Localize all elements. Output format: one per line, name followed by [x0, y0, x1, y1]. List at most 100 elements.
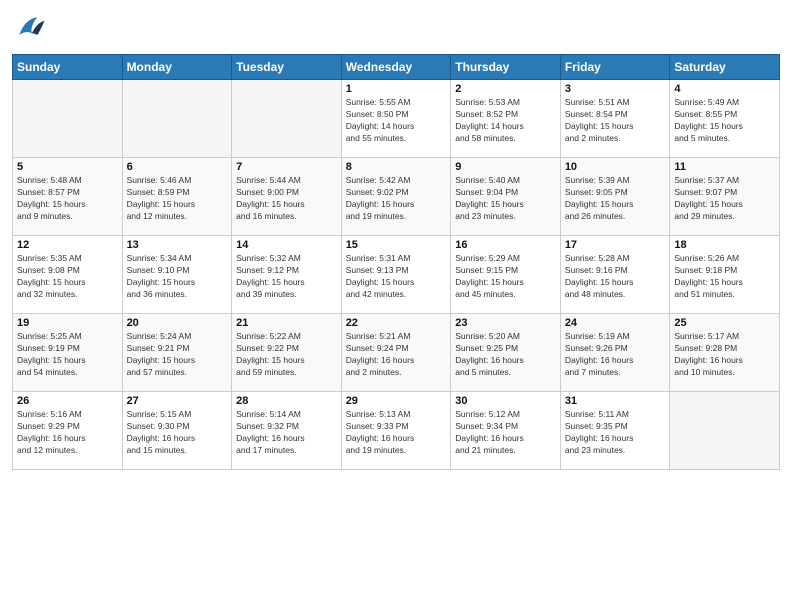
calendar-day-cell: 16 Sunrise: 5:29 AM Sunset: 9:15 PM Dayli… — [451, 236, 561, 314]
day-number: 30 — [455, 395, 556, 407]
day-info: Sunrise: 5:39 AM Sunset: 9:05 PM Dayligh… — [565, 175, 666, 223]
day-info: Sunrise: 5:28 AM Sunset: 9:16 PM Dayligh… — [565, 253, 666, 301]
page-container: SundayMondayTuesdayWednesdayThursdayFrid… — [0, 0, 792, 478]
day-number: 21 — [236, 317, 337, 329]
day-info: Sunrise: 5:26 AM Sunset: 9:18 PM Dayligh… — [674, 253, 775, 301]
day-info: Sunrise: 5:34 AM Sunset: 9:10 PM Dayligh… — [127, 253, 228, 301]
calendar-day-cell: 9 Sunrise: 5:40 AM Sunset: 9:04 PM Daylig… — [451, 158, 561, 236]
weekday-header-wednesday: Wednesday — [341, 55, 451, 80]
day-info: Sunrise: 5:48 AM Sunset: 8:57 PM Dayligh… — [17, 175, 118, 223]
day-info: Sunrise: 5:21 AM Sunset: 9:24 PM Dayligh… — [346, 331, 447, 379]
day-number: 24 — [565, 317, 666, 329]
day-number: 26 — [17, 395, 118, 407]
calendar-table: SundayMondayTuesdayWednesdayThursdayFrid… — [12, 54, 780, 470]
day-number: 23 — [455, 317, 556, 329]
weekday-header-tuesday: Tuesday — [232, 55, 342, 80]
day-info: Sunrise: 5:29 AM Sunset: 9:15 PM Dayligh… — [455, 253, 556, 301]
day-number: 4 — [674, 83, 775, 95]
calendar-day-cell: 8 Sunrise: 5:42 AM Sunset: 9:02 PM Daylig… — [341, 158, 451, 236]
day-number: 18 — [674, 239, 775, 251]
day-number: 29 — [346, 395, 447, 407]
calendar-week-4: 19 Sunrise: 5:25 AM Sunset: 9:19 PM Dayli… — [13, 314, 780, 392]
header — [12, 10, 780, 46]
calendar-day-cell: 25 Sunrise: 5:17 AM Sunset: 9:28 PM Dayli… — [670, 314, 780, 392]
calendar-day-cell — [13, 80, 123, 158]
calendar-day-cell: 20 Sunrise: 5:24 AM Sunset: 9:21 PM Dayli… — [122, 314, 232, 392]
day-number: 31 — [565, 395, 666, 407]
calendar-day-cell: 28 Sunrise: 5:14 AM Sunset: 9:32 PM Dayli… — [232, 392, 342, 470]
weekday-header-monday: Monday — [122, 55, 232, 80]
day-number: 25 — [674, 317, 775, 329]
day-number: 2 — [455, 83, 556, 95]
day-info: Sunrise: 5:55 AM Sunset: 8:50 PM Dayligh… — [346, 97, 447, 145]
day-info: Sunrise: 5:31 AM Sunset: 9:13 PM Dayligh… — [346, 253, 447, 301]
calendar-day-cell: 26Sunrise: 5:16 AM Sunset: 9:29 PM Dayli… — [13, 392, 123, 470]
weekday-header-row: SundayMondayTuesdayWednesdayThursdayFrid… — [13, 55, 780, 80]
day-info: Sunrise: 5:46 AM Sunset: 8:59 PM Dayligh… — [127, 175, 228, 223]
calendar-day-cell: 10 Sunrise: 5:39 AM Sunset: 9:05 PM Dayli… — [560, 158, 670, 236]
day-info: Sunrise: 5:22 AM Sunset: 9:22 PM Dayligh… — [236, 331, 337, 379]
day-info: Sunrise: 5:14 AM Sunset: 9:32 PM Dayligh… — [236, 409, 337, 457]
day-number: 28 — [236, 395, 337, 407]
weekday-header-friday: Friday — [560, 55, 670, 80]
day-info: Sunrise: 5:20 AM Sunset: 9:25 PM Dayligh… — [455, 331, 556, 379]
day-number: 20 — [127, 317, 228, 329]
weekday-header-sunday: Sunday — [13, 55, 123, 80]
day-info: Sunrise: 5:25 AM Sunset: 9:19 PM Dayligh… — [17, 331, 118, 379]
day-number: 3 — [565, 83, 666, 95]
calendar-day-cell: 13 Sunrise: 5:34 AM Sunset: 9:10 PM Dayli… — [122, 236, 232, 314]
calendar-day-cell: 6 Sunrise: 5:46 AM Sunset: 8:59 PM Daylig… — [122, 158, 232, 236]
day-number: 15 — [346, 239, 447, 251]
calendar-day-cell: 31Sunrise: 5:11 AM Sunset: 9:35 PM Dayli… — [560, 392, 670, 470]
calendar-day-cell: 19 Sunrise: 5:25 AM Sunset: 9:19 PM Dayli… — [13, 314, 123, 392]
day-number: 13 — [127, 239, 228, 251]
calendar-day-cell: 2 Sunrise: 5:53 AM Sunset: 8:52 PM Daylig… — [451, 80, 561, 158]
day-info: Sunrise: 5:51 AM Sunset: 8:54 PM Dayligh… — [565, 97, 666, 145]
calendar-day-cell: 4Sunrise: 5:49 AM Sunset: 8:55 PM Daylig… — [670, 80, 780, 158]
day-info: Sunrise: 5:42 AM Sunset: 9:02 PM Dayligh… — [346, 175, 447, 223]
calendar-day-cell: 7Sunrise: 5:44 AM Sunset: 9:00 PM Daylig… — [232, 158, 342, 236]
calendar-day-cell: 22 Sunrise: 5:21 AM Sunset: 9:24 PM Dayli… — [341, 314, 451, 392]
day-info: Sunrise: 5:40 AM Sunset: 9:04 PM Dayligh… — [455, 175, 556, 223]
calendar-day-cell: 30Sunrise: 5:12 AM Sunset: 9:34 PM Dayli… — [451, 392, 561, 470]
day-number: 17 — [565, 239, 666, 251]
logo — [12, 10, 54, 46]
day-number: 6 — [127, 161, 228, 173]
calendar-day-cell: 15 Sunrise: 5:31 AM Sunset: 9:13 PM Dayli… — [341, 236, 451, 314]
day-info: Sunrise: 5:53 AM Sunset: 8:52 PM Dayligh… — [455, 97, 556, 145]
day-number: 16 — [455, 239, 556, 251]
day-number: 19 — [17, 317, 118, 329]
day-info: Sunrise: 5:19 AM Sunset: 9:26 PM Dayligh… — [565, 331, 666, 379]
calendar-day-cell: 21 Sunrise: 5:22 AM Sunset: 9:22 PM Dayli… — [232, 314, 342, 392]
day-number: 10 — [565, 161, 666, 173]
calendar-day-cell: 5Sunrise: 5:48 AM Sunset: 8:57 PM Daylig… — [13, 158, 123, 236]
weekday-header-saturday: Saturday — [670, 55, 780, 80]
day-number: 1 — [346, 83, 447, 95]
calendar-day-cell: 1 Sunrise: 5:55 AM Sunset: 8:50 PM Daylig… — [341, 80, 451, 158]
day-number: 27 — [127, 395, 228, 407]
calendar-day-cell: 24 Sunrise: 5:19 AM Sunset: 9:26 PM Dayli… — [560, 314, 670, 392]
logo-bird-icon — [12, 10, 48, 46]
day-number: 22 — [346, 317, 447, 329]
day-info: Sunrise: 5:24 AM Sunset: 9:21 PM Dayligh… — [127, 331, 228, 379]
day-number: 9 — [455, 161, 556, 173]
day-info: Sunrise: 5:35 AM Sunset: 9:08 PM Dayligh… — [17, 253, 118, 301]
calendar-week-3: 12 Sunrise: 5:35 AM Sunset: 9:08 PM Dayli… — [13, 236, 780, 314]
calendar-week-2: 5Sunrise: 5:48 AM Sunset: 8:57 PM Daylig… — [13, 158, 780, 236]
calendar-day-cell: 18 Sunrise: 5:26 AM Sunset: 9:18 PM Dayli… — [670, 236, 780, 314]
day-number: 7 — [236, 161, 337, 173]
calendar-day-cell: 14 Sunrise: 5:32 AM Sunset: 9:12 PM Dayli… — [232, 236, 342, 314]
day-info: Sunrise: 5:17 AM Sunset: 9:28 PM Dayligh… — [674, 331, 775, 379]
day-number: 8 — [346, 161, 447, 173]
calendar-day-cell: 17 Sunrise: 5:28 AM Sunset: 9:16 PM Dayli… — [560, 236, 670, 314]
calendar-day-cell — [670, 392, 780, 470]
calendar-day-cell: 23 Sunrise: 5:20 AM Sunset: 9:25 PM Dayli… — [451, 314, 561, 392]
calendar-week-5: 26Sunrise: 5:16 AM Sunset: 9:29 PM Dayli… — [13, 392, 780, 470]
calendar-day-cell: 3 Sunrise: 5:51 AM Sunset: 8:54 PM Daylig… — [560, 80, 670, 158]
calendar-week-1: 1 Sunrise: 5:55 AM Sunset: 8:50 PM Daylig… — [13, 80, 780, 158]
day-number: 12 — [17, 239, 118, 251]
day-number: 14 — [236, 239, 337, 251]
day-info: Sunrise: 5:32 AM Sunset: 9:12 PM Dayligh… — [236, 253, 337, 301]
calendar-day-cell: 11Sunrise: 5:37 AM Sunset: 9:07 PM Dayli… — [670, 158, 780, 236]
calendar-day-cell: 27Sunrise: 5:15 AM Sunset: 9:30 PM Dayli… — [122, 392, 232, 470]
